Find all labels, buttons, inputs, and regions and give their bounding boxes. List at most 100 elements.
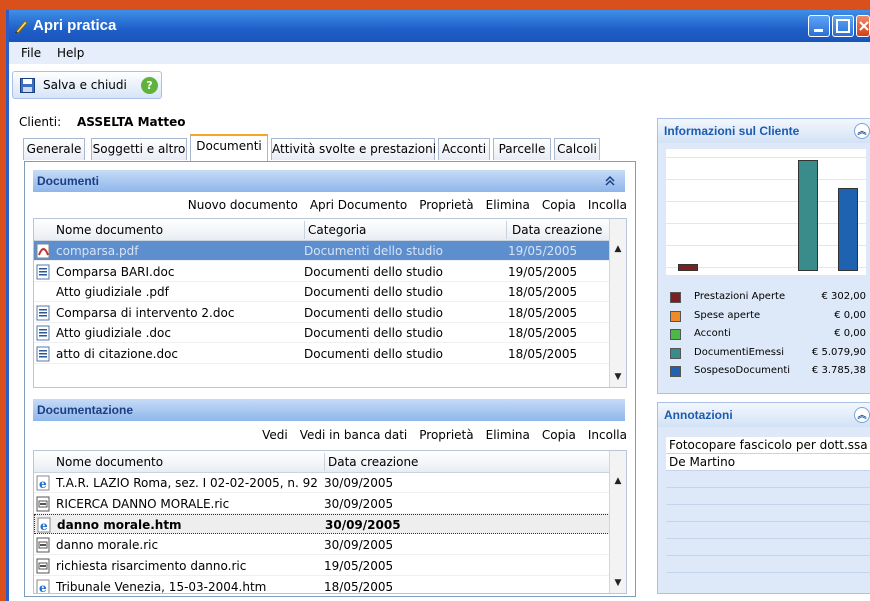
annotation-empty-line[interactable] (666, 505, 870, 522)
annotation-empty-line[interactable] (666, 488, 870, 505)
apri-documento-button[interactable]: Apri Documento (310, 198, 407, 212)
scroll-up-icon[interactable]: ▲ (610, 241, 626, 257)
documenti-actions: Nuovo documento Apri Documento Proprietà El… (176, 198, 627, 212)
toolbar: Salva e chiudi ? (9, 64, 870, 104)
chart-gridline (666, 201, 866, 202)
elimina-button[interactable]: Elimina (486, 198, 530, 212)
legend-value: € 5.079,90 (811, 346, 866, 358)
table-row[interactable]: e Tribunale Venezia, 15-03-2004.htm 18/05/… (34, 577, 610, 593)
documentazione-section-header[interactable]: Documentazione (33, 399, 625, 421)
table-row[interactable]: Atto giudiziale .pdf Documenti dello stud… (34, 282, 610, 302)
scroll-down-icon[interactable]: ▼ (610, 369, 626, 385)
annotation-empty-line[interactable] (666, 556, 870, 573)
tab-soggetti-e-altro[interactable]: Soggetti e altro (91, 138, 187, 160)
column-nome-documento[interactable]: Nome documento (56, 455, 163, 469)
tab-documenti[interactable]: Documenti (190, 134, 268, 161)
document-category: Documenti dello studio (304, 244, 443, 258)
svg-text:e: e (39, 477, 47, 491)
table-row[interactable]: Comparsa BARI.doc Documenti dello studio 1… (34, 262, 610, 282)
save-and-close-label: Salva e chiudi (43, 78, 127, 92)
documentazione-scrollbar[interactable]: ▲ ▼ (609, 451, 626, 593)
chart-bar (838, 188, 858, 271)
tab-calcoli[interactable]: Calcoli (554, 138, 600, 160)
informazioni-cliente-header[interactable]: Informazioni sul Cliente ︽ (658, 119, 870, 143)
annotation-empty-line[interactable] (666, 539, 870, 556)
legend-item: Acconti € 0,00 (666, 326, 870, 344)
document-date: 30/09/2005 (324, 476, 394, 490)
proprieta-button[interactable]: Proprietà (419, 198, 473, 212)
minimize-button[interactable] (808, 15, 830, 37)
table-row[interactable]: e danno morale.htm 30/09/2005 (34, 514, 610, 535)
collapse-icon[interactable]: ︽ (854, 123, 870, 139)
copia-button[interactable]: Copia (542, 198, 576, 212)
legend-item: SospesoDocumenti € 3.785,38 (666, 363, 870, 381)
documenti-scrollbar[interactable]: ▲ ▼ (609, 219, 626, 387)
tab-parcelle[interactable]: Parcelle (493, 138, 551, 160)
document-name: atto di citazione.doc (56, 346, 179, 361)
document-name: comparsa.pdf (56, 244, 139, 258)
chart-gridline (666, 179, 866, 180)
help-icon[interactable]: ? (141, 77, 158, 94)
column-categoria[interactable]: Categoria (308, 223, 366, 237)
table-row[interactable]: comparsa.pdf Documenti dello studio 19/05/… (34, 241, 610, 261)
client-name: ASSELTA Matteo (77, 115, 186, 129)
table-row[interactable]: danno morale.ric 30/09/2005 (34, 535, 610, 556)
legend-label: Spese aperte (694, 309, 761, 321)
save-and-close-button[interactable]: Salva e chiudi ? (12, 71, 162, 99)
word-doc-icon (36, 264, 50, 279)
scroll-up-icon[interactable]: ▲ (610, 473, 626, 489)
column-data-creazione[interactable]: Data creazione (328, 455, 418, 469)
vedi-button[interactable]: Vedi (262, 428, 288, 442)
maximize-button[interactable] (832, 15, 854, 37)
annotation-empty-line[interactable] (666, 471, 870, 488)
table-row[interactable]: atto di citazione.doc Documenti dello stu… (34, 344, 610, 364)
title-bar[interactable]: Apri pratica (9, 10, 870, 42)
column-nome-documento[interactable]: Nome documento (56, 223, 163, 237)
incolla-button[interactable]: Incolla (588, 198, 627, 212)
menu-file[interactable]: File (21, 46, 41, 60)
annotation-empty-line[interactable] (666, 522, 870, 539)
collapse-icon[interactable]: ︽ (854, 407, 870, 423)
legend-label: SospesoDocumenti (694, 365, 791, 376)
table-row[interactable]: Atto giudiziale .doc Documenti dello stud… (34, 323, 610, 343)
table-row[interactable]: e T.A.R. LAZIO Roma, sez. I 02-02-2005, n… (34, 473, 610, 493)
annotazioni-header[interactable]: Annotazioni ︽ (658, 403, 870, 427)
document-category: Documenti dello studio (304, 285, 443, 299)
close-button[interactable] (856, 15, 870, 37)
floppy-disk-icon (20, 78, 35, 93)
document-date: 19/05/2005 (508, 264, 578, 279)
annotation-line[interactable]: De Martino (666, 454, 870, 471)
svg-text:e: e (40, 519, 48, 533)
vedi-in-banca-dati-button[interactable]: Vedi in banca dati (300, 428, 408, 442)
documenti-table-header: Nome documento Categoria Data creazione (34, 219, 626, 241)
elimina-button[interactable]: Elimina (486, 428, 530, 442)
annotation-line[interactable]: Fotocopare fascicolo per dott.ssa (666, 437, 870, 454)
document-name: danno morale.ric (56, 538, 159, 553)
menu-help[interactable]: Help (57, 46, 84, 60)
documentazione-table: Nome documento Data creazione e T.A.R. LA… (33, 450, 627, 594)
documentazione-table-header: Nome documento Data creazione (34, 451, 626, 473)
legend-label: Acconti (694, 328, 731, 339)
document-name: Comparsa di intervento 2.doc (56, 305, 235, 320)
legend-swatch (670, 329, 681, 340)
tab-attivita-svolte[interactable]: Attività svolte e prestazioni (271, 138, 436, 160)
proprieta-button[interactable]: Proprietà (419, 428, 473, 442)
column-data-creazione[interactable]: Data creazione (512, 223, 602, 237)
legend-value: € 3.785,38 (811, 365, 866, 376)
scroll-down-icon[interactable]: ▼ (610, 575, 626, 591)
collapse-icon[interactable] (605, 176, 615, 186)
table-row[interactable]: Comparsa di intervento 2.doc Documenti de… (34, 303, 610, 323)
incolla-button[interactable]: Incolla (588, 428, 627, 442)
table-row[interactable]: RICERCA DANNO MORALE.ric 30/09/2005 (34, 494, 610, 514)
documenti-section-header[interactable]: Documenti (33, 170, 625, 192)
tab-generale[interactable]: Generale (23, 138, 85, 160)
chart-gridline (666, 157, 866, 158)
copia-button[interactable]: Copia (542, 428, 576, 442)
legend-swatch (670, 292, 681, 303)
tab-acconti[interactable]: Acconti (438, 138, 490, 160)
table-row[interactable]: richiesta risarcimento danno.ric 19/05/20… (34, 556, 610, 576)
minimize-icon (814, 29, 823, 32)
annotazioni-title: Annotazioni (664, 408, 733, 422)
nuovo-documento-button[interactable]: Nuovo documento (188, 198, 298, 212)
ric-file-icon (36, 496, 50, 512)
